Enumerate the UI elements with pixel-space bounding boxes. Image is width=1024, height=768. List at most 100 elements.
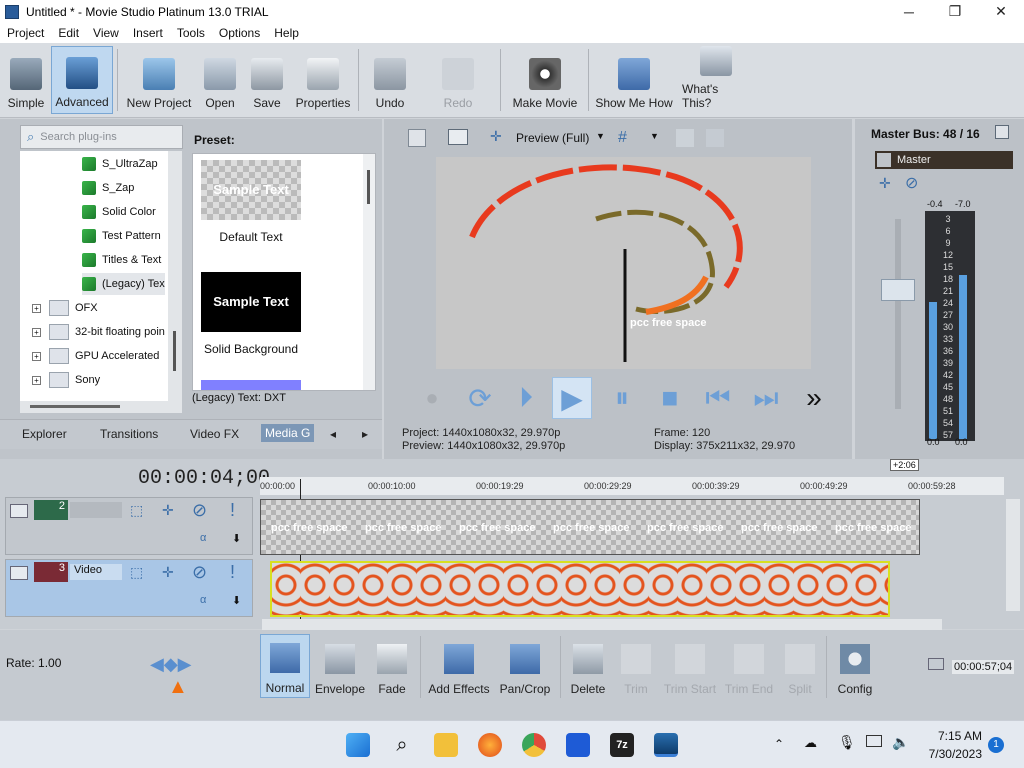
tab-transitions[interactable]: Transitions bbox=[100, 427, 158, 441]
trim-button[interactable]: Trim bbox=[614, 634, 658, 698]
preview-properties-icon[interactable] bbox=[408, 129, 426, 147]
7zip-icon[interactable]: 7z bbox=[610, 733, 634, 757]
dropbox-icon[interactable] bbox=[566, 733, 590, 757]
video-event-clip[interactable] bbox=[270, 561, 890, 617]
volume-icon[interactable]: 🔈 bbox=[892, 734, 909, 751]
save-button[interactable]: Save bbox=[246, 46, 288, 114]
simple-button[interactable]: Simple bbox=[3, 46, 49, 114]
copy-snapshot-icon[interactable] bbox=[676, 129, 694, 147]
rate-marker-icon[interactable]: ▲ bbox=[168, 676, 188, 699]
chrome-icon[interactable] bbox=[522, 733, 546, 757]
notification-badge[interactable]: 1 bbox=[988, 737, 1004, 753]
stop-button[interactable]: ■ bbox=[650, 377, 690, 419]
overlays-grid-icon[interactable]: # bbox=[618, 129, 627, 147]
compositing-mode-icon[interactable]: α bbox=[200, 594, 206, 606]
menu-project[interactable]: Project bbox=[0, 26, 51, 40]
menu-tools[interactable]: Tools bbox=[170, 26, 212, 40]
show-hidden-icons-icon[interactable]: ⌃ bbox=[774, 737, 784, 751]
bus-routing-icon[interactable]: ✛ bbox=[879, 175, 891, 192]
menu-edit[interactable]: Edit bbox=[51, 26, 86, 40]
normal-edit-tool[interactable]: Normal bbox=[260, 634, 310, 698]
play-from-start-button[interactable]: ⏵ bbox=[506, 377, 546, 419]
text-event-clip[interactable]: pcc free space pcc free space pcc free s… bbox=[260, 499, 920, 555]
bus-fx-icon[interactable] bbox=[877, 153, 891, 167]
go-to-start-button[interactable]: ⏮ bbox=[698, 377, 738, 419]
expand-icon[interactable]: + bbox=[32, 351, 41, 361]
track-expand-icon[interactable] bbox=[10, 566, 28, 580]
volume-fader[interactable] bbox=[881, 279, 915, 301]
whats-this-button[interactable]: What's This? bbox=[682, 46, 750, 114]
new-project-button[interactable]: New Project bbox=[124, 46, 194, 114]
movie-studio-icon[interactable] bbox=[654, 733, 678, 757]
windows-start-icon[interactable] bbox=[346, 733, 370, 757]
parent-track-icon[interactable]: ⬇ bbox=[232, 532, 241, 545]
display-icon[interactable] bbox=[866, 735, 882, 747]
network-off-icon[interactable]: ☁ bbox=[804, 735, 817, 751]
bus-properties-icon[interactable] bbox=[995, 125, 1009, 139]
track-name-field[interactable] bbox=[70, 502, 122, 518]
tab-media-generators[interactable]: Media G bbox=[261, 424, 315, 442]
properties-button[interactable]: Properties bbox=[292, 46, 354, 114]
expand-icon[interactable]: + bbox=[32, 327, 41, 337]
expand-icon[interactable]: + bbox=[32, 375, 41, 385]
clock-time[interactable]: 7:15 AM bbox=[928, 729, 982, 743]
track-expand-icon[interactable] bbox=[10, 504, 28, 518]
microphone-icon[interactable]: 🎙 bbox=[838, 734, 856, 751]
tree-item-sony[interactable]: + Sony bbox=[32, 369, 100, 391]
record-button[interactable]: ● bbox=[412, 377, 452, 419]
mute-track-icon[interactable]: ⊘ bbox=[192, 562, 207, 583]
track-name-field[interactable]: Video bbox=[70, 564, 122, 580]
open-button[interactable]: Open bbox=[198, 46, 242, 114]
chevron-down-icon[interactable]: ▼ bbox=[596, 131, 605, 141]
preview-video-frame[interactable]: pcc free space bbox=[436, 157, 811, 369]
timeline-vertical-scrollbar[interactable] bbox=[1006, 499, 1020, 611]
play-button[interactable]: ▶ bbox=[552, 377, 592, 419]
make-movie-button[interactable]: Make Movie bbox=[508, 46, 582, 114]
fade-tool[interactable]: Fade bbox=[370, 634, 414, 698]
envelope-tool[interactable]: Envelope bbox=[314, 634, 366, 698]
tree-item-s-zap[interactable]: S_Zap bbox=[82, 177, 134, 199]
show-me-how-button[interactable]: Show Me How bbox=[594, 46, 674, 114]
tree-item-titles-text[interactable]: Titles & Text bbox=[82, 249, 161, 271]
add-effects-button[interactable]: Add Effects bbox=[426, 634, 492, 698]
track-fx-icon[interactable]: ✛ bbox=[162, 564, 174, 581]
undo-button[interactable]: Undo bbox=[366, 46, 414, 114]
track-motion-icon[interactable]: ⬚ bbox=[130, 564, 143, 581]
tree-horizontal-scrollbar[interactable] bbox=[20, 401, 182, 413]
maximize-button[interactable]: ❐ bbox=[932, 0, 978, 23]
config-button[interactable]: Config bbox=[832, 634, 878, 698]
tab-explorer[interactable]: Explorer bbox=[22, 427, 67, 441]
preset-thumbnail-partial[interactable] bbox=[201, 380, 301, 390]
solo-track-icon[interactable]: ! bbox=[230, 562, 235, 583]
loop-region-icon[interactable] bbox=[928, 658, 944, 670]
pan-crop-button[interactable]: Pan/Crop bbox=[496, 634, 554, 698]
compositing-mode-icon[interactable]: α bbox=[200, 532, 206, 544]
redo-button[interactable]: Redo bbox=[434, 46, 482, 114]
pause-button[interactable]: ⏸ bbox=[602, 377, 642, 419]
trim-end-button[interactable]: Trim End bbox=[722, 634, 776, 698]
track-header-3[interactable]: 3 Video ⬚ ✛ ⊘ ! α ⬇ bbox=[5, 559, 253, 617]
tree-item-gpu-accelerated[interactable]: + GPU Accelerated bbox=[32, 345, 159, 367]
rate-slider-icon[interactable]: ◀◆▶ bbox=[150, 654, 192, 675]
tree-item-solid-color[interactable]: Solid Color bbox=[82, 201, 156, 223]
preset-scrollbar[interactable] bbox=[363, 154, 375, 390]
preset-solid-background[interactable]: Sample Text Solid Background bbox=[193, 266, 309, 378]
minimize-button[interactable]: ─ bbox=[886, 0, 932, 23]
track-header-2[interactable]: 2 ⬚ ✛ ⊘ ! α ⬇ bbox=[5, 497, 253, 555]
parent-track-icon[interactable]: ⬇ bbox=[232, 594, 241, 607]
file-explorer-icon[interactable] bbox=[434, 733, 458, 757]
tree-scrollbar[interactable] bbox=[168, 151, 182, 401]
preview-quality-dropdown[interactable]: Preview (Full) bbox=[516, 131, 589, 145]
more-controls-button[interactable]: » bbox=[794, 377, 834, 419]
split-screen-icon[interactable]: ✛ bbox=[490, 128, 502, 145]
menu-options[interactable]: Options bbox=[212, 26, 267, 40]
solo-track-icon[interactable]: ! bbox=[230, 500, 235, 521]
mute-bus-icon[interactable]: ⊘ bbox=[905, 173, 918, 193]
tab-scroll-left-icon[interactable]: ◂ bbox=[330, 427, 336, 441]
search-icon[interactable]: ⌕ bbox=[390, 733, 414, 757]
tree-item-legacy-text[interactable]: (Legacy) Tex bbox=[82, 273, 165, 295]
tree-item-test-pattern[interactable]: Test Pattern bbox=[82, 225, 161, 247]
clock-date[interactable]: 7/30/2023 bbox=[920, 747, 982, 761]
close-button[interactable]: ✕ bbox=[978, 0, 1024, 23]
menu-view[interactable]: View bbox=[86, 26, 126, 40]
